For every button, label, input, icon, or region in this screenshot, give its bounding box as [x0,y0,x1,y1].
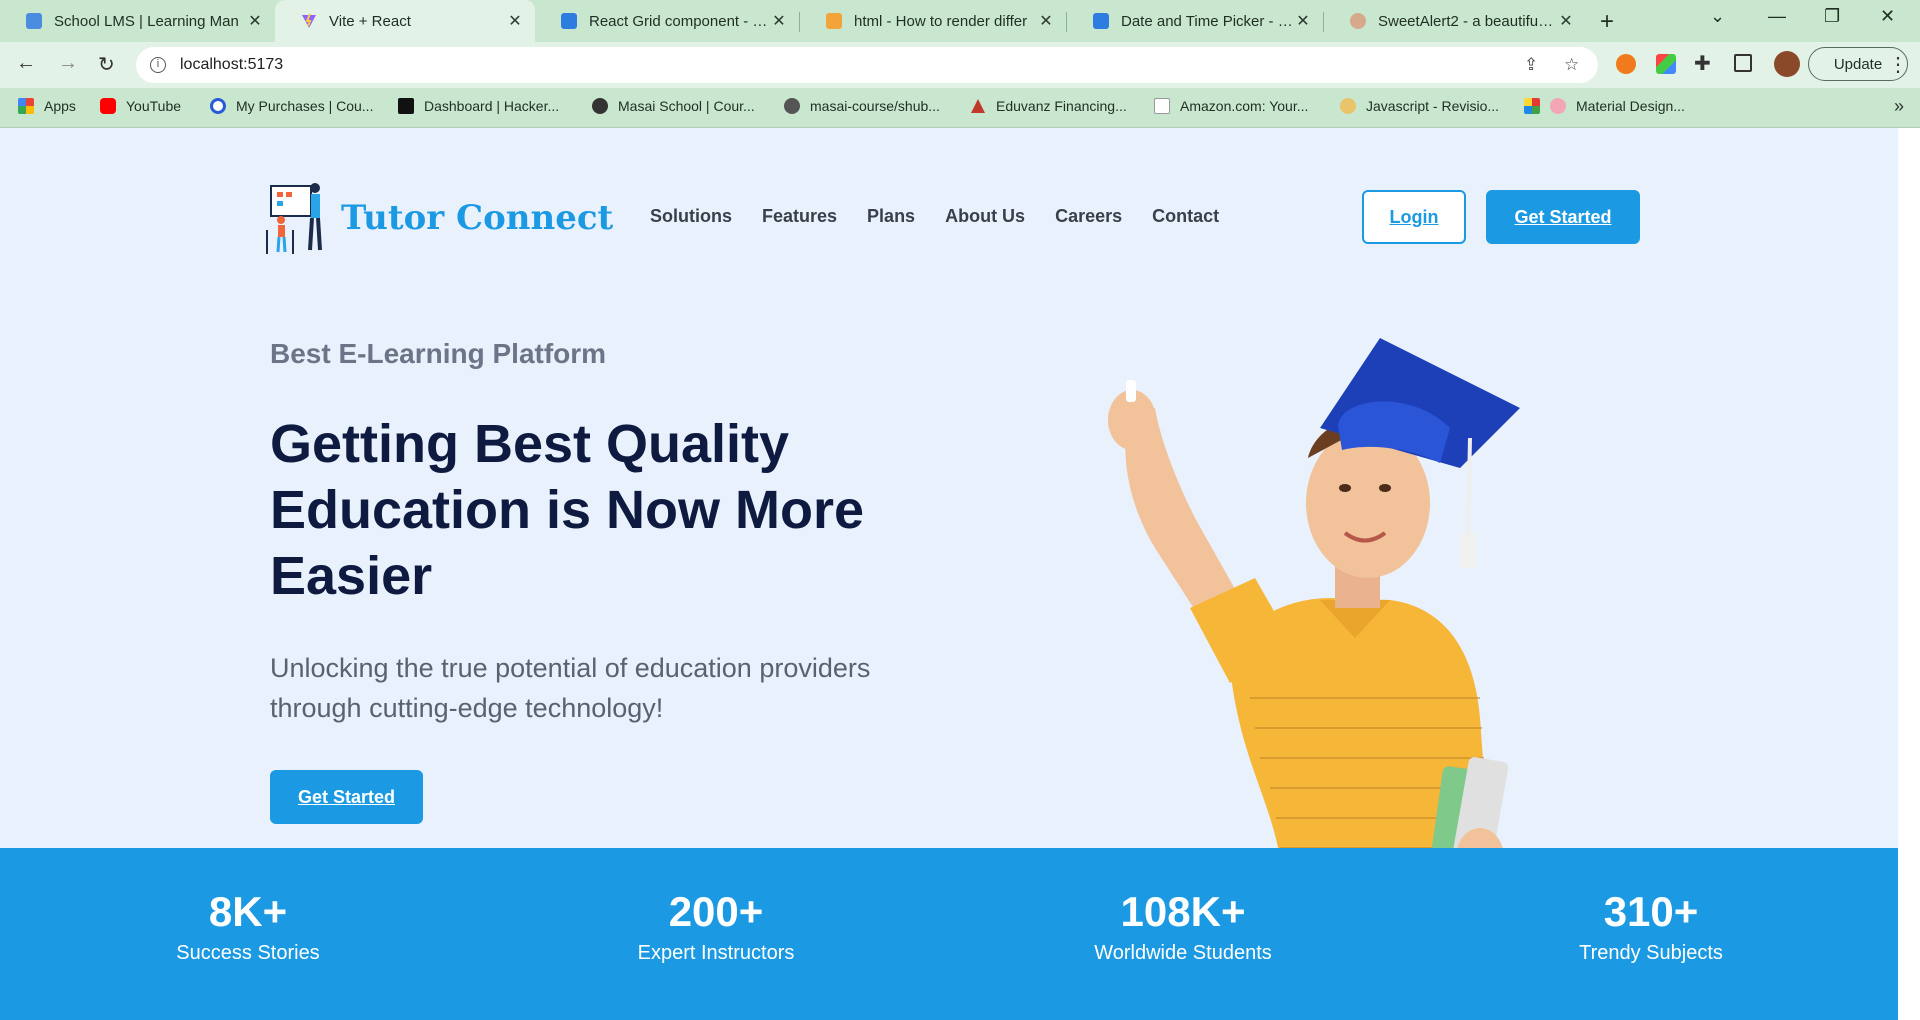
brand-name: Tutor Connect [341,198,614,238]
site-info-icon[interactable]: i [150,57,166,73]
bookmark-item[interactable]: Apps [18,98,76,114]
tab-search-icon[interactable]: ⌄ [1710,6,1725,27]
get-started-hero-button[interactable]: Get Started [270,770,423,824]
browser-menu-icon[interactable]: ⋮ [1888,52,1908,77]
stat-value: 8K+ [208,888,288,935]
coursera-icon [210,98,226,114]
stackoverflow-favicon-icon [826,13,842,29]
stat-label: Success Stories [176,942,320,964]
hero-headline: Getting Best Quality Education is Now Mo… [270,414,865,606]
browser-toolbar: ← → ↻ i localhost:5173 ⇪ ☆ ✚ Update ⋮ [0,42,1920,88]
nav-plans[interactable]: Plans [867,206,915,227]
stat-item: 310+ Trendy Subjects [1491,888,1811,965]
login-button[interactable]: Login [1362,190,1466,244]
bookmark-item[interactable]: Javascript - Revisio... [1340,98,1499,114]
hero-eyebrow: Best E-Learning Platform [270,338,607,369]
get-started-nav-button[interactable]: Get Started [1486,190,1640,244]
stat-label: Expert Instructors [637,942,795,964]
stat-item: 200+ Expert Instructors [556,888,876,965]
scrollbar-track[interactable] [1898,128,1920,1020]
close-tab-icon[interactable]: ✕ [1556,11,1576,31]
amazon-icon [1154,98,1170,114]
mui-favicon-icon [1093,13,1109,29]
stat-item: 108K+ Worldwide Students [1023,888,1343,965]
close-tab-icon[interactable]: ✕ [505,11,525,31]
stat-value: 200+ [668,888,764,935]
minimize-icon[interactable]: — [1768,6,1786,27]
stat-value: 108K+ [1120,888,1246,935]
github-icon [784,98,800,114]
back-icon[interactable]: ← [16,52,36,75]
bookmark-item[interactable]: Eduvanz Financing... [970,98,1127,114]
stat-label: Trendy Subjects [1579,942,1723,964]
address-text[interactable]: localhost:5173 [180,56,283,74]
stat-item: 8K+ Success Stories [88,888,408,965]
side-panel-icon[interactable] [1734,54,1752,72]
window-close-icon[interactable]: ✕ [1880,6,1895,27]
teacher-board-icon [266,183,322,254]
stat-value: 310+ [1603,888,1699,935]
browser-tab-active[interactable]: Vite + React ✕ [275,0,535,42]
browser-tab[interactable]: SweetAlert2 - a beautiful, re ✕ [1324,0,1586,42]
nav-about-us[interactable]: About Us [945,206,1025,227]
stat-label: Worldwide Students [1094,942,1272,964]
material-favicon-icon [1550,98,1566,114]
bookmark-item[interactable]: YouTube [100,98,181,114]
mui-favicon-icon [561,13,577,29]
more-bookmarks-icon[interactable]: » [1894,96,1904,117]
bookmark-item[interactable]: Amazon.com: Your... [1154,98,1308,114]
close-tab-icon[interactable]: ✕ [1293,11,1313,31]
eduvanz-icon [970,98,986,114]
material-design-icon [1524,98,1540,114]
extension-icon[interactable] [1616,54,1636,74]
close-tab-icon[interactable]: ✕ [245,11,265,31]
forward-icon[interactable]: → [58,52,78,75]
browser-tab[interactable]: html - How to render differ ✕ [800,0,1066,42]
lms-favicon-icon [26,13,42,29]
nav-contact[interactable]: Contact [1152,206,1219,227]
share-icon[interactable]: ⇪ [1524,55,1538,75]
new-tab-button[interactable]: + [1600,8,1614,36]
address-bar[interactable]: i localhost:5173 ⇪ ☆ [136,47,1598,83]
globe-icon [592,98,608,114]
nav-solutions[interactable]: Solutions [650,206,732,227]
close-tab-icon[interactable]: ✕ [769,11,789,31]
profile-avatar[interactable] [1774,51,1800,77]
nav-careers[interactable]: Careers [1055,206,1122,227]
browser-tab[interactable]: React Grid component - Ma ✕ [535,0,799,42]
bookmark-item[interactable]: My Purchases | Cou... [210,98,373,114]
close-tab-icon[interactable]: ✕ [1036,11,1056,31]
bookmarks-bar: Apps YouTube My Purchases | Cou... Dashb… [0,88,1920,128]
brand-logo[interactable]: Tutor Connect [265,180,613,256]
extension-icon[interactable] [1656,54,1676,74]
bookmark-star-icon[interactable]: ☆ [1564,55,1579,75]
apps-grid-icon [18,98,34,114]
extensions-puzzle-icon[interactable]: ✚ [1694,51,1711,76]
browser-tab-bar: School LMS | Learning Man ✕ Vite + React… [0,0,1920,42]
browser-tab[interactable]: School LMS | Learning Man ✕ [0,0,275,42]
javascript-icon [1340,98,1356,114]
reload-icon[interactable]: ↻ [98,52,115,77]
bookmark-item[interactable]: Material Design... [1524,98,1685,114]
main-nav: Solutions Features Plans About Us Career… [650,206,1219,227]
bookmark-item[interactable]: Dashboard | Hacker... [398,98,559,114]
restore-icon[interactable]: ❐ [1824,6,1840,27]
vite-favicon-icon [301,13,317,29]
browser-tab[interactable]: Date and Time Picker - Get ✕ [1067,0,1323,42]
hackerrank-icon [398,98,414,114]
hero-subtext: Unlocking the true potential of educatio… [270,653,871,723]
web-page: Tutor Connect Solutions Features Plans A… [0,128,1898,1020]
stats-band: 8K+ Success Stories 200+ Expert Instruct… [0,848,1898,1020]
sweetalert-favicon-icon [1350,13,1366,29]
nav-features[interactable]: Features [762,206,837,227]
youtube-icon [100,98,116,114]
bookmark-item[interactable]: masai-course/shub... [784,98,940,114]
bookmark-item[interactable]: Masai School | Cour... [592,98,755,114]
